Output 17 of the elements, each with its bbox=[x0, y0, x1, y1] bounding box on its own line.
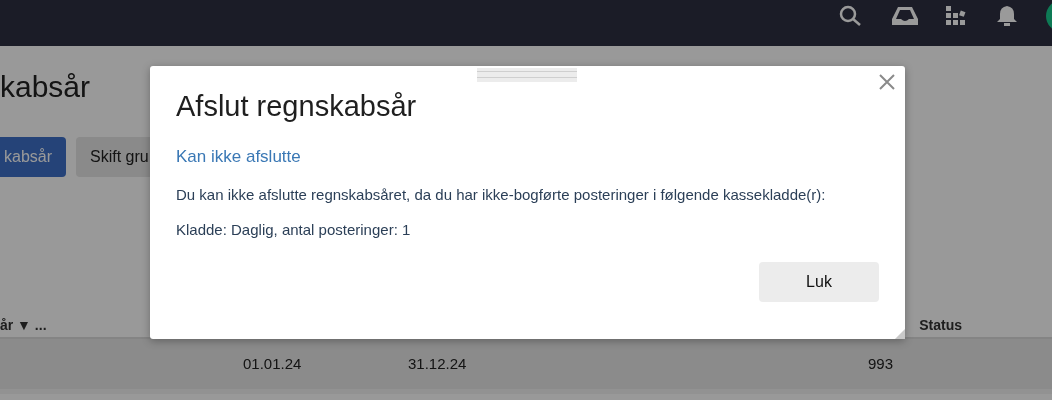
table-cell: 31.12.24 bbox=[408, 355, 467, 372]
page-title: kabsår bbox=[0, 70, 91, 104]
close-icon[interactable] bbox=[879, 74, 895, 90]
drag-handle[interactable] bbox=[477, 68, 577, 82]
table-cell: 01.01.24 bbox=[243, 355, 302, 372]
dialog-title: Afslut regnskabsår bbox=[176, 90, 418, 123]
close-button[interactable]: Luk bbox=[759, 262, 879, 302]
resize-grip-icon[interactable] bbox=[895, 329, 905, 339]
column-header[interactable]: Status bbox=[919, 317, 962, 333]
column-header[interactable]: år ▼ ... bbox=[0, 317, 47, 333]
tray-icon[interactable] bbox=[892, 7, 918, 25]
table-cell: 993 bbox=[868, 355, 894, 372]
grid-icon[interactable] bbox=[946, 6, 968, 26]
dialog-message: Du kan ikke afslutte regnskabsåret, da du har ikke-bogførte posteringer i følgende kassekladde(r): bbox=[176, 186, 827, 203]
bell-icon[interactable] bbox=[996, 6, 1018, 26]
primary-button[interactable]: kabsår bbox=[0, 137, 67, 177]
dialog-detail: Kladde: Daglig, antal posteringer: 1 bbox=[176, 221, 412, 238]
